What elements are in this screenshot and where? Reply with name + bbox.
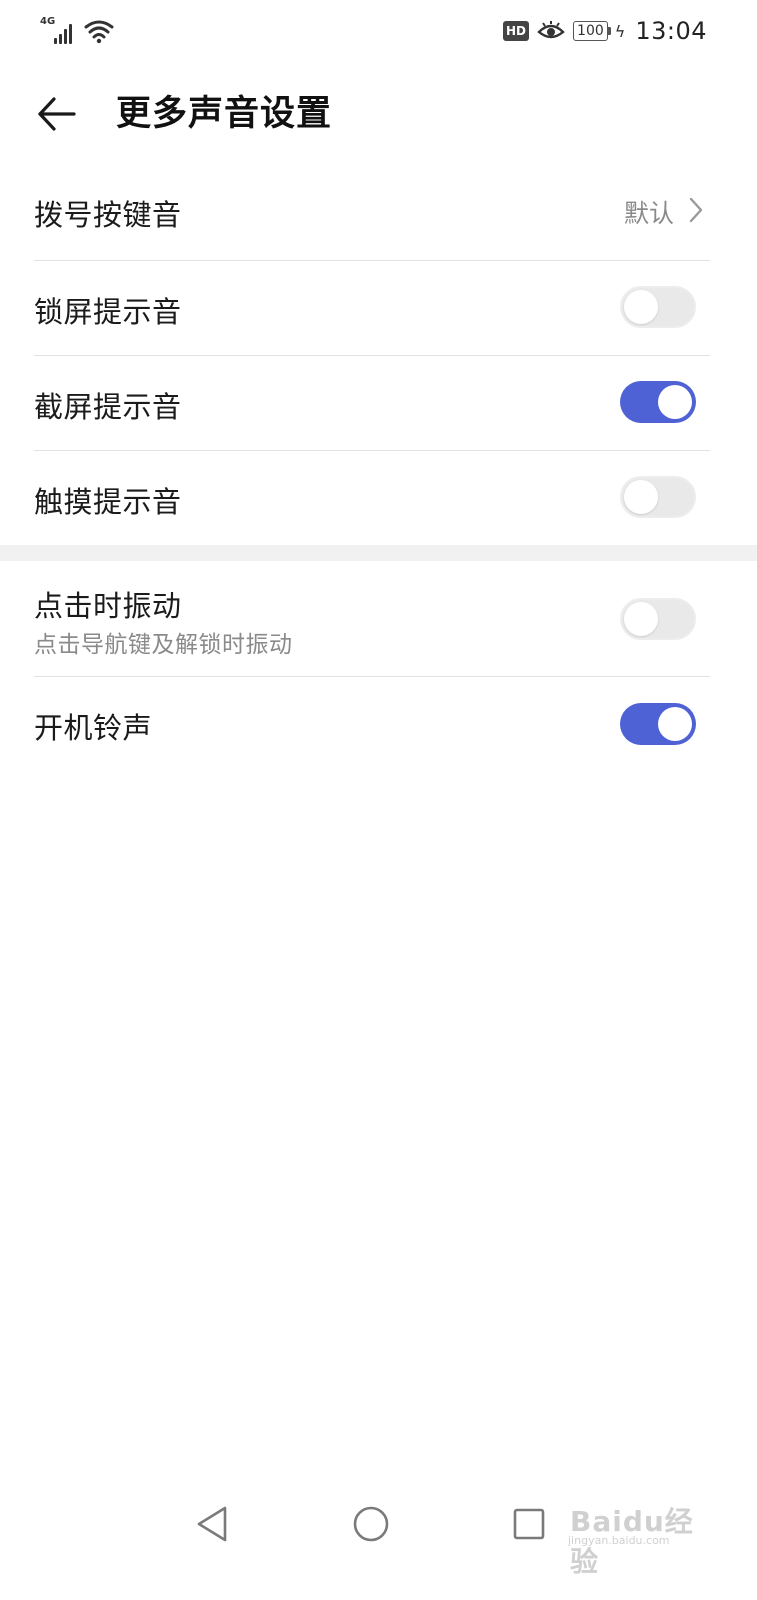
setting-row-boot-ringtone[interactable]: 开机铃声 xyxy=(34,677,710,773)
nav-home-button[interactable] xyxy=(349,1502,393,1546)
signal-strength-icon xyxy=(54,22,72,44)
setting-label: 锁屏提示音 xyxy=(34,295,182,329)
charging-bolt-icon: ϟ xyxy=(614,21,626,41)
baidu-watermark: Baidu经验 jingyan.baidu.com xyxy=(566,1488,706,1578)
battery-cap xyxy=(607,27,611,35)
network-type-label: 4G xyxy=(40,16,56,27)
toggle-knob xyxy=(658,707,692,741)
header: 更多声音设置 xyxy=(0,72,757,156)
eye-comfort-icon xyxy=(537,21,565,39)
vibration-settings-list: 点击时振动 点击导航键及解锁时振动 开机铃声 xyxy=(34,561,710,773)
toggle-knob xyxy=(624,602,658,636)
setting-row-touch-tone[interactable]: 触摸提示音 xyxy=(34,451,710,546)
setting-row-dial-tone[interactable]: 拨号按键音 默认 xyxy=(34,164,710,261)
section-divider xyxy=(0,545,757,561)
toggle-knob xyxy=(658,385,692,419)
setting-label: 点击时振动 xyxy=(34,589,182,623)
chevron-right-icon xyxy=(689,197,703,223)
setting-label: 触摸提示音 xyxy=(34,485,182,519)
touch-tone-toggle[interactable] xyxy=(620,476,696,518)
watermark-url: jingyan.baidu.com xyxy=(568,1534,670,1547)
hd-voice-badge: HD xyxy=(503,21,530,41)
back-arrow-icon xyxy=(38,97,76,131)
boot-ringtone-toggle[interactable] xyxy=(620,703,696,745)
vibrate-on-tap-toggle[interactable] xyxy=(620,598,696,640)
setting-sublabel: 点击导航键及解锁时振动 xyxy=(34,632,293,658)
nav-recents-button[interactable] xyxy=(507,1502,551,1546)
setting-label: 开机铃声 xyxy=(34,711,153,745)
setting-label: 截屏提示音 xyxy=(34,390,182,424)
setting-row-screenshot-tone[interactable]: 截屏提示音 xyxy=(34,356,710,451)
clock: 13:04 xyxy=(635,17,707,45)
sound-settings-list: 拨号按键音 默认 锁屏提示音 截屏提示音 触摸提示音 xyxy=(34,164,710,546)
screenshot-tone-toggle[interactable] xyxy=(620,381,696,423)
triangle-back-icon xyxy=(197,1506,227,1542)
square-recents-icon xyxy=(513,1508,545,1540)
lock-tone-toggle[interactable] xyxy=(620,286,696,328)
back-button[interactable] xyxy=(30,88,82,140)
status-right: HD 100 ϟ 13:04 xyxy=(503,14,707,48)
setting-row-vibrate-on-tap[interactable]: 点击时振动 点击导航键及解锁时振动 xyxy=(34,561,710,677)
setting-value: 默认 xyxy=(623,199,674,228)
nav-back-button[interactable] xyxy=(190,1502,234,1546)
battery-indicator: 100 xyxy=(573,21,608,41)
toggle-knob xyxy=(624,480,658,514)
setting-label: 拨号按键音 xyxy=(34,198,182,232)
circle-home-icon xyxy=(353,1506,389,1542)
toggle-knob xyxy=(624,290,658,324)
setting-row-lock-tone[interactable]: 锁屏提示音 xyxy=(34,261,710,356)
status-bar: 4G HD 100 ϟ 13:04 xyxy=(0,0,757,64)
page-title: 更多声音设置 xyxy=(116,94,333,134)
battery-level: 100 xyxy=(577,23,604,39)
wifi-icon xyxy=(84,20,114,44)
